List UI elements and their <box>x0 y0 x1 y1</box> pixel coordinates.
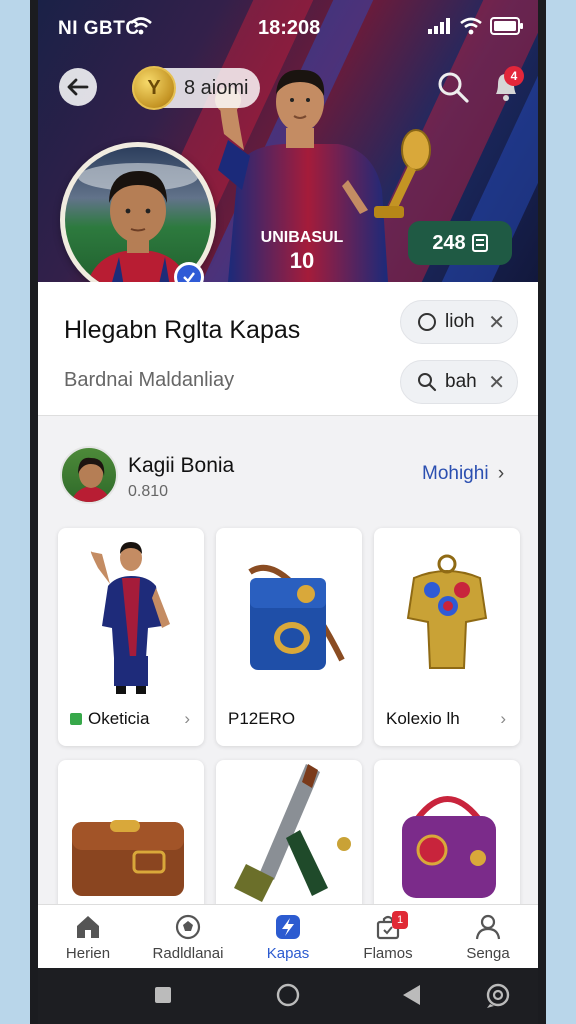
jersey-text: UNIBASUL <box>261 229 344 246</box>
collection-title: Kagii Bonia <box>128 454 235 477</box>
collection-header: Kagii Bonia 0.810 Mohighi › <box>38 432 538 520</box>
chip-label: bah <box>445 371 477 392</box>
coin-balance-pill[interactable]: Y 8 aiomi <box>132 66 261 110</box>
phone-screen: NI GBTC 18:208 UNIBASUL 10 Y 8 aiomi 4 2… <box>38 0 538 1024</box>
jersey-number: 10 <box>290 248 314 273</box>
item-label-text: P12ERO <box>228 709 296 728</box>
wifi-icon <box>130 16 152 41</box>
profile-subtitle: Bardnai Maldanliay <box>64 369 235 391</box>
football-icon <box>175 914 201 940</box>
item-card[interactable]: Kolexio lh › <box>374 528 520 746</box>
home-circle-icon[interactable] <box>276 983 300 1007</box>
nav-home[interactable]: Herien <box>38 905 138 968</box>
bottom-nav: Herien Radldlanai Kapas 1 Flamos Senga <box>38 904 538 968</box>
item-label-text: Oketicia <box>88 709 150 728</box>
bag-image <box>248 564 345 670</box>
coin-icon: Y <box>132 66 176 110</box>
search-chip[interactable]: bah ✕ <box>400 360 518 404</box>
nav-label: Kapas <box>266 945 310 962</box>
bolt-icon <box>276 915 300 939</box>
nav-flamos[interactable]: 1 Flamos <box>338 905 438 968</box>
points-badge[interactable]: 248 <box>408 221 512 265</box>
points-value: 248 <box>432 231 466 254</box>
chip-label: lioh <box>445 311 475 332</box>
tag-icon <box>70 713 82 725</box>
item-label-text: Kolexio lh <box>386 709 460 728</box>
search-icon[interactable] <box>436 70 470 104</box>
coin-symbol: Y <box>147 76 161 99</box>
see-more-label: Mohighi <box>422 463 489 484</box>
system-nav-bar <box>38 968 538 1024</box>
chevron-right-icon: › <box>184 709 190 728</box>
chevron-right-icon: › <box>497 463 505 484</box>
arrow-left-icon <box>67 78 89 96</box>
user-icon <box>475 914 501 940</box>
item-label: Kolexio lh <box>386 709 460 729</box>
nav-label: Flamos <box>363 945 413 962</box>
filter-chip[interactable]: lioh ✕ <box>400 300 518 344</box>
nav-label: Senga <box>466 945 510 962</box>
jersey-figure-image <box>90 542 170 694</box>
collection-meta: 0.810 <box>128 483 169 500</box>
nav-label: Radldlanai <box>152 945 224 962</box>
back-button[interactable] <box>59 68 97 106</box>
close-icon[interactable]: ✕ <box>488 370 505 395</box>
search-icon <box>418 373 437 392</box>
trophy-icon <box>374 129 431 218</box>
ticket-icon <box>471 234 488 252</box>
signal-icon <box>428 17 452 39</box>
carrier-label: NI GBTC <box>58 18 140 39</box>
collection-avatar <box>60 446 118 504</box>
see-more-link[interactable]: Mohighi › <box>422 463 504 485</box>
item-label: Oketicia <box>70 709 149 729</box>
status-bar: NI GBTC 18:208 <box>38 0 538 56</box>
nav-football[interactable]: Radldlanai <box>138 905 238 968</box>
battery-icon <box>490 16 524 40</box>
chevron-right-icon: › <box>500 709 506 728</box>
assistant-icon[interactable] <box>484 982 512 1010</box>
notification-badge: 4 <box>504 66 524 86</box>
item-card[interactable]: P12ERO <box>216 528 362 746</box>
nav-kapas[interactable]: Kapas <box>238 905 338 968</box>
coin-label: 8 aiomi <box>184 76 249 99</box>
badge-trophy-image <box>406 554 488 669</box>
item-label: P12ERO <box>228 709 295 729</box>
nav-label: Herien <box>65 945 111 962</box>
clock: 18:208 <box>258 17 321 39</box>
nav-profile[interactable]: Senga <box>438 905 538 968</box>
nav-badge: 1 <box>392 911 408 929</box>
circle-icon <box>418 313 436 331</box>
hero-banner: NI GBTC 18:208 UNIBASUL 10 Y 8 aiomi 4 2… <box>38 0 538 282</box>
profile-name: Hlegabn Rglta Kapas <box>64 316 301 344</box>
back-triangle-icon[interactable] <box>400 983 422 1007</box>
item-card[interactable]: Oketicia › <box>58 528 204 746</box>
home-icon <box>77 916 99 938</box>
status-icons <box>428 16 524 40</box>
recents-icon[interactable] <box>152 984 174 1006</box>
wifi-icon <box>460 17 482 40</box>
profile-panel: Hlegabn Rglta Kapas Bardnai Maldanliay l… <box>38 282 538 416</box>
close-icon[interactable]: ✕ <box>488 310 505 335</box>
